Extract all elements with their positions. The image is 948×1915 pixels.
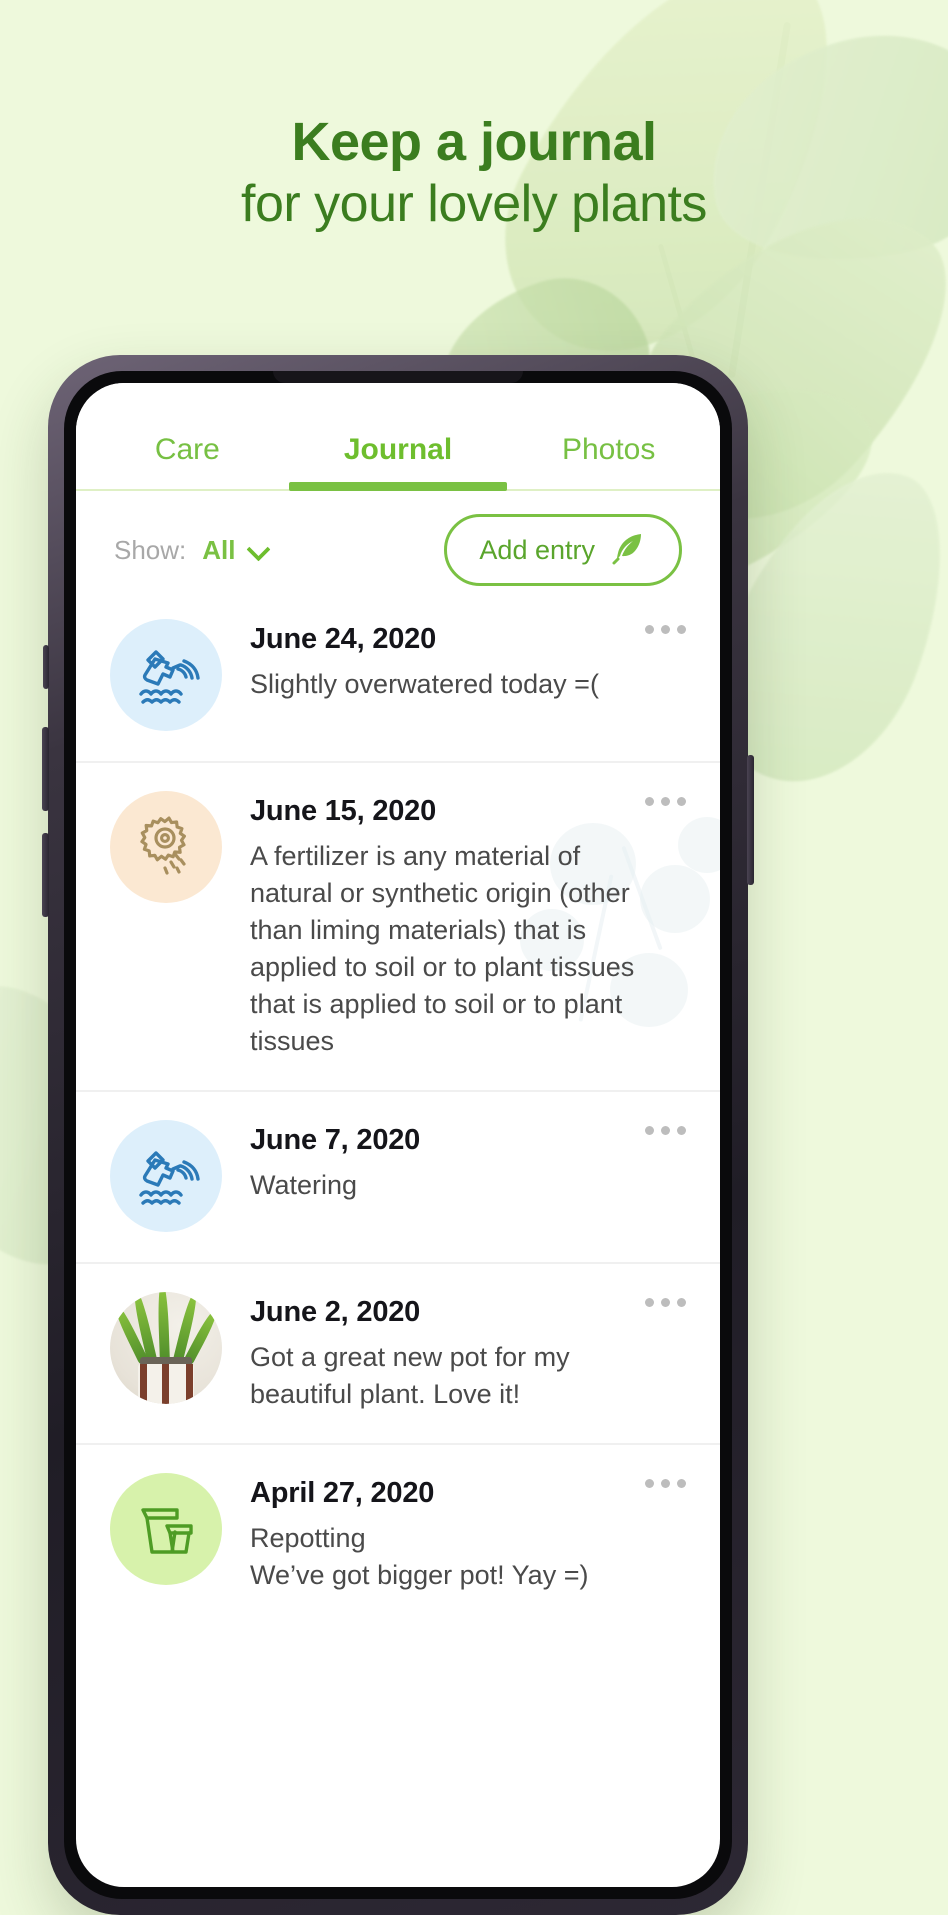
tab-bar: Care Journal Photos bbox=[76, 383, 720, 491]
journal-entry-date: June 2, 2020 bbox=[250, 1295, 421, 1328]
fertilizer-packet-icon bbox=[110, 791, 222, 903]
tab-photos-label: Photos bbox=[561, 433, 656, 466]
more-options-icon[interactable] bbox=[645, 625, 686, 634]
more-options-icon[interactable] bbox=[645, 1478, 686, 1488]
watering-can-icon bbox=[110, 619, 222, 731]
journal-entry-body: April 27, 2020 Repotting We’ve got bigge… bbox=[250, 1473, 686, 1594]
plant-photo-thumbnail bbox=[110, 1291, 222, 1404]
journal-entry-date: April 27, 2020 bbox=[250, 1476, 435, 1509]
journal-entry-date: June 7, 2020 bbox=[250, 1123, 421, 1156]
phone-mockup: Care Journal Photos Show: All Add entry bbox=[42, 355, 754, 1915]
tab-care[interactable]: Care bbox=[82, 433, 293, 489]
headline-line-1: Keep a journal bbox=[291, 112, 657, 172]
tab-care-label: Care bbox=[154, 433, 220, 466]
more-options-icon[interactable] bbox=[645, 1125, 686, 1135]
filter-bar: Show: All Add entry bbox=[76, 491, 720, 609]
phone-volume-down-button[interactable] bbox=[42, 833, 49, 917]
journal-entry[interactable]: April 27, 2020 Repotting We’ve got bigge… bbox=[76, 1442, 720, 1624]
show-label: Show: bbox=[114, 534, 187, 565]
journal-entry-text: A fertilizer is any material of natural … bbox=[250, 841, 635, 1056]
phone-power-button[interactable] bbox=[747, 755, 754, 885]
journal-entry[interactable]: June 24, 2020 Slightly overwatered today… bbox=[76, 609, 720, 761]
chevron-down-icon[interactable] bbox=[248, 539, 270, 561]
journal-entry-date: June 15, 2020 bbox=[250, 795, 437, 827]
watering-can-icon bbox=[110, 1119, 222, 1232]
tab-journal-label: Journal bbox=[343, 433, 453, 466]
journal-entry-list: June 24, 2020 Slightly overwatered today… bbox=[76, 609, 720, 1624]
more-options-icon[interactable] bbox=[645, 1297, 686, 1307]
phone-volume-up-button[interactable] bbox=[42, 727, 49, 811]
tab-journal[interactable]: Journal bbox=[293, 433, 504, 489]
journal-entry-body: June 24, 2020 Slightly overwatered today… bbox=[250, 619, 686, 731]
phone-bezel: Care Journal Photos Show: All Add entry bbox=[64, 371, 732, 1899]
feather-quill-icon bbox=[609, 529, 647, 572]
journal-entry-body: June 7, 2020 Watering bbox=[250, 1120, 686, 1232]
journal-entry[interactable]: June 2, 2020 Got a great new pot for my … bbox=[76, 1261, 720, 1443]
app-screen: Care Journal Photos Show: All Add entry bbox=[76, 383, 720, 1887]
journal-entry-text: Got a great new pot for my beautiful pla… bbox=[250, 1341, 570, 1409]
journal-entry[interactable]: June 7, 2020 Watering bbox=[76, 1089, 720, 1262]
journal-entry-text: Watering bbox=[250, 1169, 358, 1200]
journal-entry-text: Repotting We’ve got bigger pot! Yay =) bbox=[250, 1522, 589, 1590]
more-options-icon[interactable] bbox=[645, 797, 686, 806]
journal-entry-body: June 15, 2020 A fertilizer is any materi… bbox=[250, 791, 686, 1060]
journal-entry-date: June 24, 2020 bbox=[250, 623, 437, 655]
tab-photos[interactable]: Photos bbox=[503, 433, 714, 489]
add-entry-button[interactable]: Add entry bbox=[444, 514, 682, 586]
promo-headline: Keep a journal for your lovely plants bbox=[0, 112, 948, 238]
headline-line-2: for your lovely plants bbox=[241, 175, 707, 234]
journal-entry[interactable]: June 15, 2020 A fertilizer is any materi… bbox=[76, 761, 720, 1090]
add-entry-label: Add entry bbox=[479, 534, 595, 565]
phone-mute-switch[interactable] bbox=[43, 645, 49, 689]
journal-entry-text: Slightly overwatered today =( bbox=[250, 669, 599, 699]
journal-entry-body: June 2, 2020 Got a great new pot for my … bbox=[250, 1292, 686, 1413]
show-filter-value[interactable]: All bbox=[202, 535, 235, 566]
repotting-pots-icon bbox=[110, 1472, 222, 1585]
phone-notch bbox=[273, 371, 523, 383]
